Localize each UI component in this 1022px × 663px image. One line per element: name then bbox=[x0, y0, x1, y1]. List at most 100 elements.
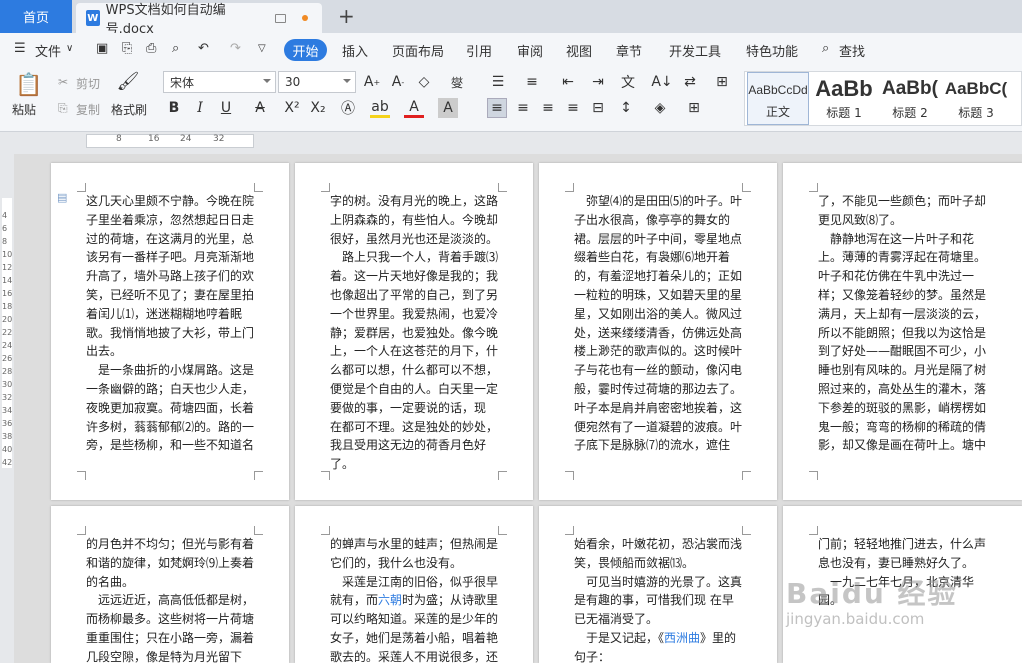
menu-bar: ☰ 文件 ∨ ▣ ⎘ ⎙ ⌕ ↶ ↷ ▽ 开始 插入 页面布局 引用 审阅 视图… bbox=[0, 33, 1022, 65]
tab-chapter[interactable]: 章节 bbox=[616, 41, 642, 60]
line-spacing-icon[interactable]: ↕ bbox=[616, 98, 636, 118]
tab-start[interactable]: 开始 bbox=[284, 39, 327, 61]
vertical-ruler[interactable]: 4 6 8 10 12 14 16 18 20 22 24 26 28 30 3… bbox=[0, 154, 14, 663]
chevron-down-icon[interactable]: ∨ bbox=[66, 43, 73, 54]
page-4[interactable]: 了，不能见一些颜色；而叶子却更见风致⑻了。 静静地泻在这一片叶子和花上。薄薄的青… bbox=[783, 163, 1022, 500]
print-icon[interactable]: ⎙ bbox=[146, 41, 156, 56]
tab-review[interactable]: 审阅 bbox=[517, 41, 543, 60]
show-marks-icon[interactable]: ⇄ bbox=[680, 72, 700, 92]
bold-icon[interactable]: B bbox=[164, 98, 184, 118]
strikethrough-icon[interactable]: A bbox=[250, 98, 270, 118]
page-7[interactable]: 始看余，叶嫩花初，恐沾裳而浅笑，畏倾船而敛裾⒀。 可见当时嬉游的光景了。这真是有… bbox=[539, 506, 777, 663]
crop-mark bbox=[565, 471, 574, 480]
align-left-icon[interactable]: ≡ bbox=[487, 98, 507, 118]
copy-button[interactable]: 复制 bbox=[76, 101, 100, 118]
home-tab[interactable]: 首页 bbox=[0, 0, 72, 33]
export-icon[interactable]: ⎘ bbox=[122, 41, 132, 56]
decrease-indent-icon[interactable]: ⇤ bbox=[558, 72, 578, 92]
vruler-tick: 10 bbox=[2, 250, 13, 259]
horizontal-ruler[interactable]: 8 16 24 32 bbox=[0, 132, 1022, 154]
crop-mark bbox=[565, 526, 574, 535]
pinyin-guide-icon[interactable]: 燮 bbox=[442, 72, 472, 92]
increase-indent-icon[interactable]: ⇥ bbox=[588, 72, 608, 92]
shrink-font-icon[interactable]: A- bbox=[388, 72, 408, 92]
tab-special-features[interactable]: 特色功能 bbox=[746, 41, 798, 60]
numbering-icon[interactable]: ≡ bbox=[522, 72, 542, 92]
table-icon[interactable]: ⊞ bbox=[712, 72, 732, 92]
format-painter-icon[interactable]: 🖌 bbox=[117, 71, 140, 92]
tab-page-layout[interactable]: 页面布局 bbox=[392, 41, 444, 60]
crop-mark bbox=[498, 183, 507, 192]
search-icon[interactable]: ⌕ bbox=[822, 41, 829, 56]
style-heading-2[interactable]: AaBb( 标题 2 bbox=[877, 72, 943, 125]
page-7-text[interactable]: 始看余，叶嫩花初，恐沾裳而浅笑，畏倾船而敛裾⒀。 可见当时嬉游的光景了。这真是有… bbox=[574, 535, 744, 663]
paste-button[interactable]: 粘贴 bbox=[12, 101, 36, 118]
highlight-icon[interactable]: ab bbox=[370, 98, 390, 118]
page-1-text[interactable]: 这几天心里颇不宁静。今晚在院子里坐着乘凉，忽然想起日日走过的荷塘，在这满月的光里… bbox=[86, 192, 256, 455]
page-2[interactable]: 字的树。没有月光的晚上，这路上阴森森的，有些怕人。今晚却很好，虽然月光也还是淡淡… bbox=[295, 163, 533, 500]
grow-font-icon[interactable]: A + bbox=[362, 72, 382, 92]
font-name-select[interactable]: 宋体 bbox=[163, 71, 276, 93]
justify-icon[interactable]: ≡ bbox=[563, 98, 583, 118]
quick-access-more-icon[interactable]: ▽ bbox=[258, 43, 266, 54]
italic-icon[interactable]: I bbox=[190, 98, 210, 118]
paragraph-menu-icon[interactable]: ▤ bbox=[57, 191, 67, 204]
monitor-icon[interactable] bbox=[275, 13, 287, 23]
tab-insert[interactable]: 插入 bbox=[342, 41, 368, 60]
borders-icon[interactable]: ⊞ bbox=[684, 98, 704, 118]
page-5-text[interactable]: 的月色并不均匀；但光与影有着和谐的旋律，如梵婀玲⑼上奏着的名曲。 远远近近，高高… bbox=[86, 535, 256, 663]
page-7-link[interactable]: 西洲曲 bbox=[664, 631, 700, 645]
page-5[interactable]: 的月色并不均匀；但光与影有着和谐的旋律，如梵婀玲⑼上奏着的名曲。 远远近近，高高… bbox=[51, 506, 289, 663]
ribbon: 📋 粘贴 ✂ 剪切 ⎘ 复制 🖌 格式刷 宋体 30 A + A- ◇ 燮 B I… bbox=[0, 65, 1022, 132]
crop-mark bbox=[742, 183, 751, 192]
tab-view[interactable]: 视图 bbox=[566, 41, 592, 60]
save-icon[interactable]: ▣ bbox=[96, 41, 108, 56]
style-normal[interactable]: AaBbCcDd 正文 bbox=[747, 72, 809, 125]
redo-icon[interactable]: ↷ bbox=[230, 41, 241, 56]
sort-icon[interactable]: A↓ bbox=[651, 72, 672, 92]
page-4-text[interactable]: 了，不能见一些颜色；而叶子却更见风致⑻了。 静静地泻在这一片叶子和花上。薄薄的青… bbox=[818, 192, 988, 455]
hamburger-icon[interactable]: ☰ bbox=[14, 41, 26, 56]
clear-format-icon[interactable]: ◇ bbox=[414, 72, 434, 92]
style-heading-1[interactable]: AaBb 标题 1 bbox=[811, 72, 877, 125]
align-center-icon[interactable]: ≡ bbox=[513, 98, 533, 118]
undo-icon[interactable]: ↶ bbox=[198, 41, 209, 56]
copy-icon[interactable]: ⎘ bbox=[58, 101, 68, 116]
page-3[interactable]: 弥望⑷的是田田⑸的叶子。叶子出水很高，像亭亭的舞女的裙。层层的叶子中间，零星地点… bbox=[539, 163, 777, 500]
document-tab[interactable]: W WPS文档如何自动编号.docx bbox=[76, 3, 322, 37]
format-painter-button[interactable]: 格式刷 bbox=[111, 101, 147, 118]
superscript-icon[interactable]: X² bbox=[282, 98, 302, 118]
page-2-text[interactable]: 字的树。没有月光的晚上，这路上阴森森的，有些怕人。今晚却很好，虽然月光也还是淡淡… bbox=[330, 192, 500, 474]
paste-icon[interactable]: 📋 bbox=[15, 71, 42, 99]
style-heading-3[interactable]: AaBbC( 标题 3 bbox=[943, 72, 1009, 125]
char-shading-icon[interactable]: A bbox=[438, 98, 458, 118]
page-6[interactable]: 的蝉声与水里的蛙声；但热闹是它们的，我什么也没有。 采莲是江南的旧俗，似乎很早就… bbox=[295, 506, 533, 663]
font-color-icon[interactable]: A bbox=[404, 98, 424, 118]
new-tab-button[interactable]: + bbox=[338, 4, 355, 28]
shading-icon[interactable]: ◈ bbox=[650, 98, 670, 118]
align-right-icon[interactable]: ≡ bbox=[538, 98, 558, 118]
tab-developer[interactable]: 开发工具 bbox=[669, 41, 721, 60]
chinese-layout-icon[interactable]: 文 bbox=[618, 72, 638, 92]
menu-file[interactable]: 文件 bbox=[35, 41, 61, 60]
tab-references[interactable]: 引用 bbox=[466, 41, 492, 60]
search-label[interactable]: 查找 bbox=[839, 41, 865, 60]
crop-mark bbox=[77, 526, 86, 535]
subscript-icon[interactable]: X₂ bbox=[308, 98, 328, 118]
distributed-icon[interactable]: ⊟ bbox=[588, 98, 608, 118]
crop-mark bbox=[254, 183, 263, 192]
page-6-text[interactable]: 的蝉声与水里的蛙声；但热闹是它们的，我什么也没有。 采莲是江南的旧俗，似乎很早就… bbox=[330, 535, 500, 663]
style-normal-label: 正文 bbox=[765, 105, 790, 119]
page-3-text[interactable]: 弥望⑷的是田田⑸的叶子。叶子出水很高，像亭亭的舞女的裙。层层的叶子中间，零星地点… bbox=[574, 192, 744, 455]
vruler-tick: 24 bbox=[2, 341, 13, 350]
underline-icon[interactable]: U bbox=[216, 98, 236, 118]
page-6-link[interactable]: 六朝 bbox=[378, 593, 402, 607]
bullets-icon[interactable]: ☰ bbox=[488, 72, 508, 92]
cut-icon[interactable]: ✂ bbox=[58, 75, 68, 89]
print-preview-icon[interactable]: ⌕ bbox=[172, 41, 179, 56]
page-1[interactable]: ▤ 这几天心里颇不宁静。今晚在院子里坐着乘凉，忽然想起日日走过的荷塘，在这满月的… bbox=[51, 163, 289, 500]
style-heading-3-label: 标题 3 bbox=[958, 106, 994, 120]
cut-button[interactable]: 剪切 bbox=[76, 75, 100, 92]
font-size-select[interactable]: 30 bbox=[278, 71, 356, 93]
text-effect-icon[interactable]: Ⓐ bbox=[338, 98, 358, 118]
